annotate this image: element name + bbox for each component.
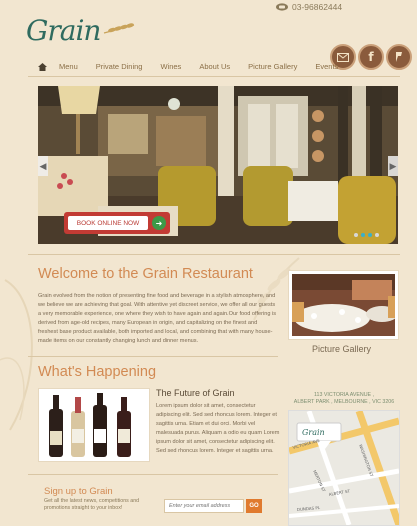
home-icon[interactable]	[38, 62, 47, 71]
gallery-caption[interactable]: Picture Gallery	[312, 344, 371, 354]
svg-text:Grain: Grain	[302, 428, 325, 437]
main-nav: Menu Private Dining Wines About Us Pictu…	[38, 62, 356, 71]
welcome-heading: Welcome to the Grain Restaurant	[38, 266, 253, 282]
wheat-logo-icon	[104, 22, 135, 34]
nav-menu[interactable]: Menu	[59, 62, 78, 71]
address: 113 VICTORIA AVENUE , ALBERT PARK , MELB…	[290, 392, 398, 406]
signup-go-button[interactable]: GO	[246, 499, 262, 513]
signup-heading: Sign up to Grain	[44, 486, 113, 497]
nav-events[interactable]: Events	[315, 62, 338, 71]
section-divider	[28, 474, 278, 475]
nav-divider	[28, 76, 400, 77]
email-input[interactable]	[164, 499, 244, 513]
arrow-right-icon: ➜	[152, 216, 166, 230]
logo-text: Grain	[26, 14, 101, 47]
welcome-text: Grain evolved from the notion of present…	[38, 293, 277, 344]
signup-subtitle: Get all the latest news, competitions an…	[44, 498, 140, 511]
address-line-1: 113 VICTORIA AVENUE ,	[313, 392, 375, 398]
slider-next-button[interactable]: ▶	[388, 156, 398, 176]
happening-heading: What's Happening	[38, 364, 157, 380]
slider-dots	[354, 233, 379, 237]
address-line-2: ALBERT PARK , MELBOURNE , VIC 3206	[293, 399, 395, 405]
location-map[interactable]: Grain WASHINGTON ST MERTON ST ALBERT ST …	[288, 410, 400, 526]
nav-private-dining[interactable]: Private Dining	[96, 62, 143, 71]
slider-dot[interactable]	[354, 233, 358, 237]
nav-about-us[interactable]: About Us	[199, 62, 230, 71]
nav-wines[interactable]: Wines	[160, 62, 181, 71]
section-divider	[28, 254, 400, 255]
nav-picture-gallery[interactable]: Picture Gallery	[248, 62, 297, 71]
wine-bottles-image	[39, 389, 149, 461]
phone-icon	[276, 3, 288, 11]
logo[interactable]: Grain	[26, 14, 136, 47]
news-title[interactable]: The Future of Grain	[156, 388, 235, 398]
news-image[interactable]	[38, 388, 150, 462]
book-online-button[interactable]: BOOK ONLINE NOW ➜	[64, 212, 170, 234]
phone-number: 03-96862444	[276, 2, 342, 12]
chevron-right-icon: ▶	[389, 160, 397, 171]
slider-dot[interactable]	[368, 233, 372, 237]
chevron-left-icon: ◀	[39, 160, 47, 171]
gallery-thumbnail[interactable]	[288, 270, 399, 340]
news-text: Lorem ipsum dolor sit amet, consectetur …	[156, 403, 280, 454]
foursquare-icon[interactable]	[386, 44, 412, 70]
slider-prev-button[interactable]: ◀	[38, 156, 48, 176]
slider-dot[interactable]	[375, 233, 379, 237]
slider-dot-active[interactable]	[361, 233, 365, 237]
map-image: Grain WASHINGTON ST MERTON ST ALBERT ST …	[289, 411, 399, 525]
section-divider	[28, 356, 278, 357]
book-online-label: BOOK ONLINE NOW	[68, 216, 148, 230]
facebook-icon[interactable]: f	[358, 44, 384, 70]
dining-room-image	[292, 274, 398, 336]
phone-text: 03-96862444	[292, 2, 343, 12]
